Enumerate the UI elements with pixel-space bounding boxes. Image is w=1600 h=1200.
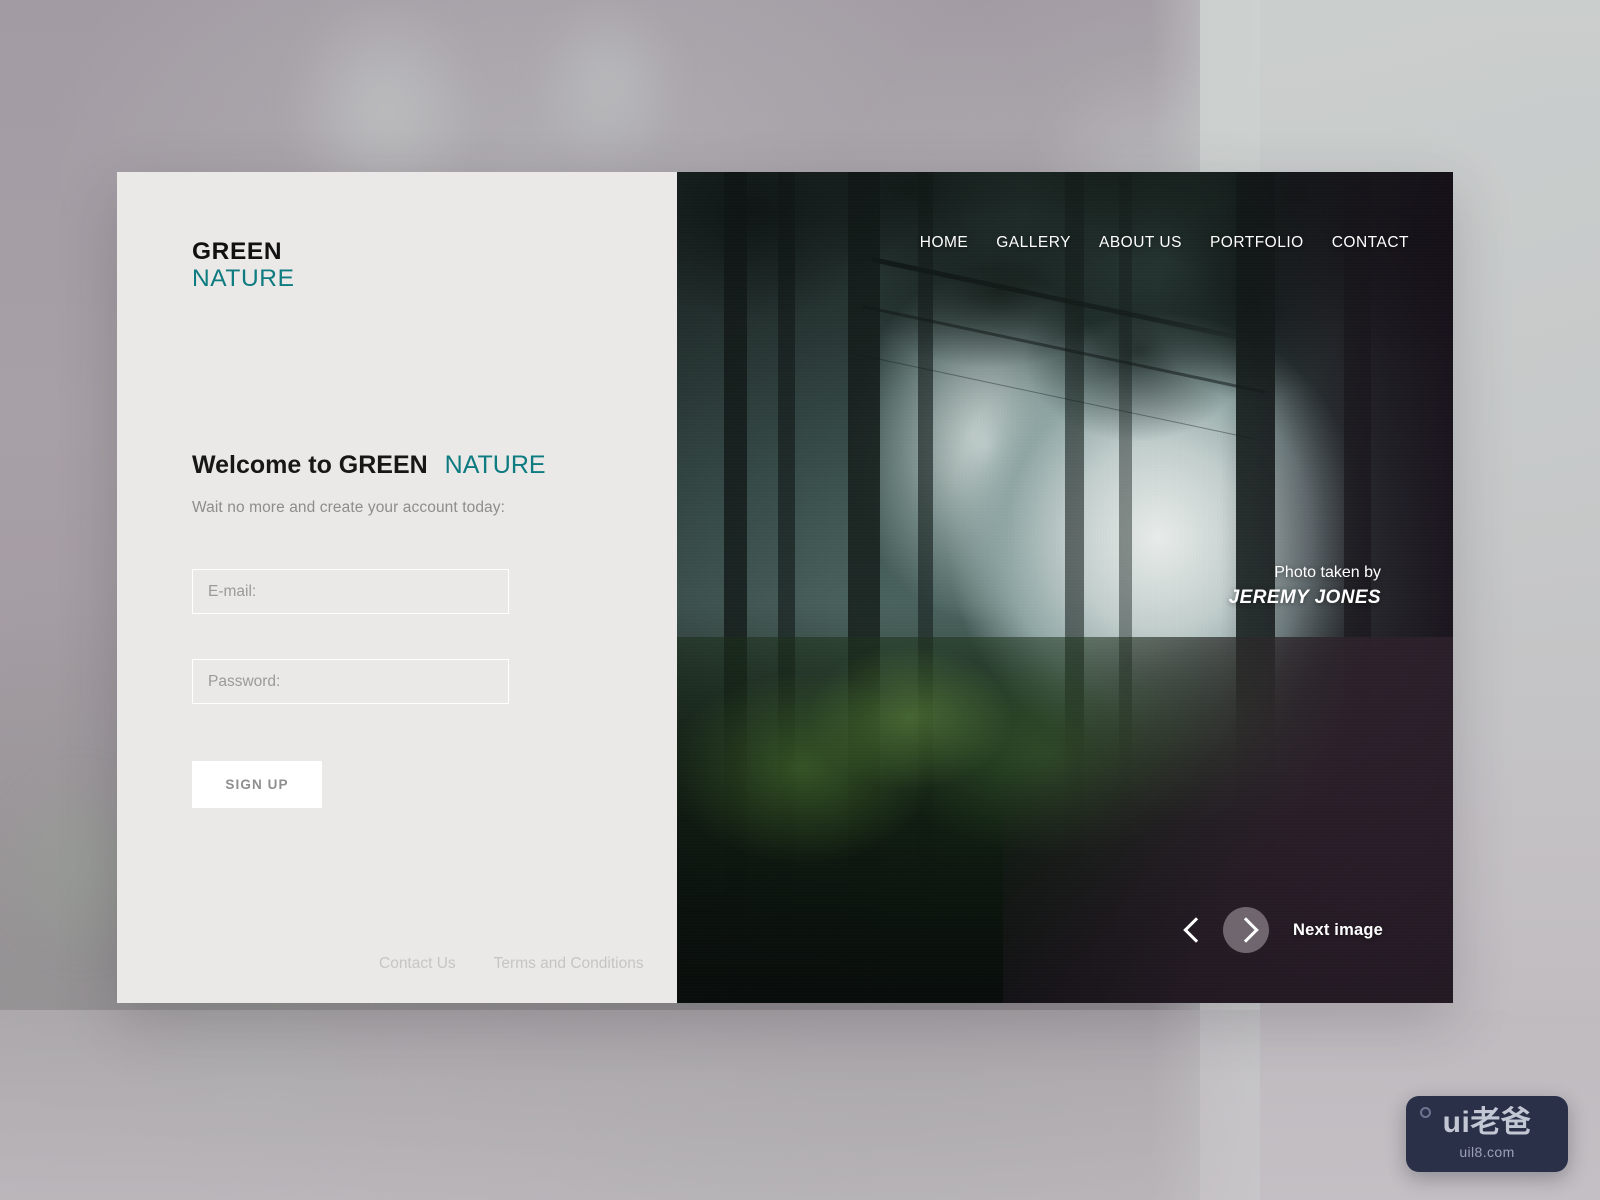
ui8-watermark: ui老爸 uil8.com: [1406, 1096, 1568, 1172]
left-form-panel: GREEN NATURE Welcome to GREEN NATURE Wai…: [117, 172, 677, 1003]
email-field[interactable]: E-mail:: [192, 569, 509, 614]
sign-up-button[interactable]: SIGN UP: [192, 761, 322, 808]
brand-logo-line2: NATURE: [192, 265, 295, 293]
chevron-left-icon[interactable]: [1183, 913, 1205, 947]
next-image-label[interactable]: Next image: [1293, 921, 1383, 940]
hero-photo-panel: HOME GALLERY ABOUT US PORTFOLIO CONTACT …: [677, 172, 1453, 1003]
carousel-controls: Next image: [1183, 907, 1383, 953]
welcome-heading-prefix: Welcome to: [192, 451, 332, 479]
signup-card: GREEN NATURE Welcome to GREEN NATURE Wai…: [117, 172, 1453, 1003]
email-field-placeholder: E-mail:: [208, 582, 257, 600]
welcome-heading-accent: NATURE: [444, 451, 546, 479]
footer-links: Contact Us Terms and Conditions: [379, 955, 644, 973]
brand-logo[interactable]: GREEN NATURE: [192, 238, 295, 293]
nav-item-home[interactable]: HOME: [906, 234, 983, 252]
nav-item-gallery[interactable]: GALLERY: [982, 234, 1085, 252]
watermark-dot-icon: [1420, 1107, 1431, 1118]
password-field[interactable]: Password:: [192, 659, 509, 704]
footer-link-terms-and-conditions[interactable]: Terms and Conditions: [494, 955, 644, 973]
footer-link-contact-us[interactable]: Contact Us: [379, 955, 456, 973]
watermark-main-text: ui老爸: [1442, 1106, 1532, 1139]
photo-credit-photographer: JEREMY JONES: [1228, 586, 1381, 608]
nav-item-portfolio[interactable]: PORTFOLIO: [1196, 234, 1318, 252]
nav-item-about-us[interactable]: ABOUT US: [1085, 234, 1196, 252]
photo-credit-line1: Photo taken by: [1274, 564, 1381, 581]
password-field-placeholder: Password:: [208, 672, 281, 690]
brand-logo-line1: GREEN: [192, 238, 283, 265]
welcome-subtitle: Wait no more and create your account tod…: [192, 499, 506, 516]
welcome-heading: Welcome to GREEN NATURE: [192, 451, 546, 480]
background-bottom-strip: [0, 1010, 1600, 1200]
top-navigation: HOME GALLERY ABOUT US PORTFOLIO CONTACT: [906, 234, 1423, 252]
welcome-heading-brand: GREEN: [338, 451, 428, 479]
next-image-button[interactable]: [1222, 907, 1269, 953]
watermark-sub-text: uil8.com: [1459, 1144, 1515, 1160]
chevron-right-icon: [1235, 913, 1257, 947]
nav-item-contact[interactable]: CONTACT: [1318, 234, 1423, 252]
photo-credit: Photo taken by JEREMY JONES: [1229, 562, 1381, 610]
